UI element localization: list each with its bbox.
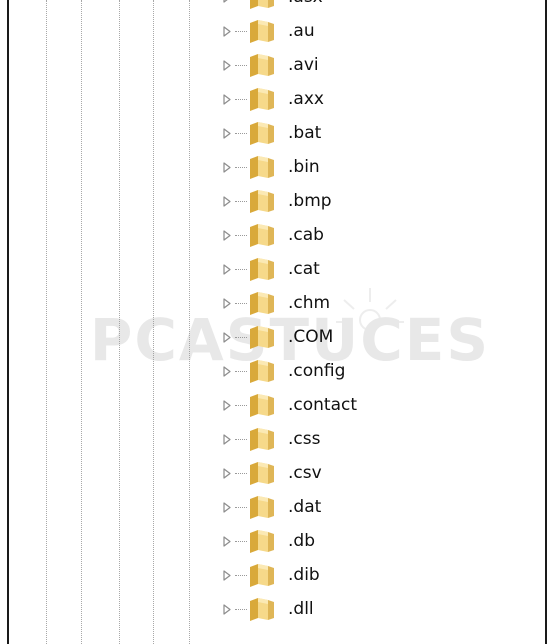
panel-right-border <box>545 0 547 644</box>
tree-node-row[interactable]: .bat <box>0 116 545 150</box>
tree-node-row[interactable]: .chm <box>0 286 545 320</box>
folder-icon <box>248 120 276 146</box>
collapsed-arrow-icon[interactable] <box>222 161 232 173</box>
tree-connector-line <box>235 269 247 270</box>
tree-connector-line <box>235 609 247 610</box>
tree-node-label[interactable]: .bin <box>286 156 322 178</box>
tree-connector-line <box>235 65 247 66</box>
folder-icon <box>248 18 276 44</box>
tree-connector-line <box>235 99 247 100</box>
folder-icon <box>248 528 276 554</box>
tree-node-label[interactable]: .db <box>286 530 317 552</box>
tree-connector-line <box>235 31 247 32</box>
tree-connector-line <box>235 575 247 576</box>
collapsed-arrow-icon[interactable] <box>222 25 232 37</box>
tree-node-label[interactable]: .avi <box>286 54 321 76</box>
tree-node-label[interactable]: .dib <box>286 564 322 586</box>
collapsed-arrow-icon[interactable] <box>222 127 232 139</box>
collapsed-arrow-icon[interactable] <box>222 263 232 275</box>
tree-node-row[interactable]: .axx <box>0 82 545 116</box>
folder-icon <box>248 256 276 282</box>
collapsed-arrow-icon[interactable] <box>222 365 232 377</box>
tree-connector-line <box>235 337 247 338</box>
registry-tree-panel: PCASTUCES .asx.au.avi.axx.bat.bin.bmp.ca… <box>0 0 555 644</box>
tree-connector-line <box>235 133 247 134</box>
folder-icon <box>248 494 276 520</box>
tree-node-label[interactable]: .COM <box>286 326 335 348</box>
tree-connector-line <box>235 201 247 202</box>
tree-node-label[interactable]: .config <box>286 360 347 382</box>
tree-node-label[interactable]: .chm <box>286 292 332 314</box>
tree-node-label[interactable]: .axx <box>286 88 326 110</box>
tree-node-row[interactable]: .bmp <box>0 184 545 218</box>
tree-node-label[interactable]: .dll <box>286 598 316 620</box>
tree-node-row[interactable]: .bin <box>0 150 545 184</box>
tree-node-row[interactable]: .dll <box>0 592 545 626</box>
folder-icon <box>248 154 276 180</box>
folder-icon <box>248 562 276 588</box>
tree-node-label[interactable]: .au <box>286 20 317 42</box>
collapsed-arrow-icon[interactable] <box>222 0 232 3</box>
tree-node-label[interactable]: .cat <box>286 258 322 280</box>
folder-icon <box>248 188 276 214</box>
tree-node-row[interactable]: .asx <box>0 0 545 14</box>
folder-icon <box>248 358 276 384</box>
tree-node-row[interactable]: .au <box>0 14 545 48</box>
folder-icon <box>248 86 276 112</box>
folder-icon <box>248 324 276 350</box>
tree-connector-line <box>235 167 247 168</box>
folder-icon <box>248 460 276 486</box>
collapsed-arrow-icon[interactable] <box>222 433 232 445</box>
tree-node-label[interactable]: .cab <box>286 224 326 246</box>
folder-icon <box>248 0 276 10</box>
tree-connector-line <box>235 541 247 542</box>
tree-node-row[interactable]: .dat <box>0 490 545 524</box>
tree-node-row[interactable]: .contact <box>0 388 545 422</box>
collapsed-arrow-icon[interactable] <box>222 297 232 309</box>
folder-icon <box>248 392 276 418</box>
collapsed-arrow-icon[interactable] <box>222 501 232 513</box>
tree-node-row[interactable]: .db <box>0 524 545 558</box>
collapsed-arrow-icon[interactable] <box>222 569 232 581</box>
folder-icon <box>248 52 276 78</box>
tree-connector-line <box>235 473 247 474</box>
tree-connector-line <box>235 303 247 304</box>
tree-connector-line <box>235 507 247 508</box>
collapsed-arrow-icon[interactable] <box>222 603 232 615</box>
collapsed-arrow-icon[interactable] <box>222 399 232 411</box>
tree-node-row[interactable]: .cat <box>0 252 545 286</box>
collapsed-arrow-icon[interactable] <box>222 195 232 207</box>
tree-connector-line <box>235 371 247 372</box>
tree-node-label[interactable]: .bat <box>286 122 323 144</box>
collapsed-arrow-icon[interactable] <box>222 229 232 241</box>
tree-node-row[interactable]: .config <box>0 354 545 388</box>
tree-node-row[interactable]: .avi <box>0 48 545 82</box>
collapsed-arrow-icon[interactable] <box>222 93 232 105</box>
folder-icon <box>248 426 276 452</box>
tree-node-label[interactable]: .csv <box>286 462 324 484</box>
tree-node-label[interactable]: .asx <box>286 0 325 8</box>
folder-icon <box>248 596 276 622</box>
tree-node-row[interactable]: .dib <box>0 558 545 592</box>
folder-icon <box>248 222 276 248</box>
tree-connector-line <box>235 439 247 440</box>
folder-icon <box>248 290 276 316</box>
tree-node-row[interactable]: .cab <box>0 218 545 252</box>
panel-left-border <box>7 0 9 644</box>
collapsed-arrow-icon[interactable] <box>222 59 232 71</box>
tree-connector-line <box>235 405 247 406</box>
tree-node-row[interactable]: .css <box>0 422 545 456</box>
registry-key-tree: .asx .au .avi .axx .bat .bin .bmp .cab .cat .chm.… <box>0 0 545 626</box>
tree-node-label[interactable]: .dat <box>286 496 323 518</box>
collapsed-arrow-icon[interactable] <box>222 535 232 547</box>
tree-node-label[interactable]: .contact <box>286 394 359 416</box>
tree-connector-line <box>235 235 247 236</box>
tree-node-label[interactable]: .css <box>286 428 322 450</box>
collapsed-arrow-icon[interactable] <box>222 467 232 479</box>
tree-node-row[interactable]: .csv <box>0 456 545 490</box>
tree-node-label[interactable]: .bmp <box>286 190 334 212</box>
tree-node-row[interactable]: .COM <box>0 320 545 354</box>
collapsed-arrow-icon[interactable] <box>222 331 232 343</box>
